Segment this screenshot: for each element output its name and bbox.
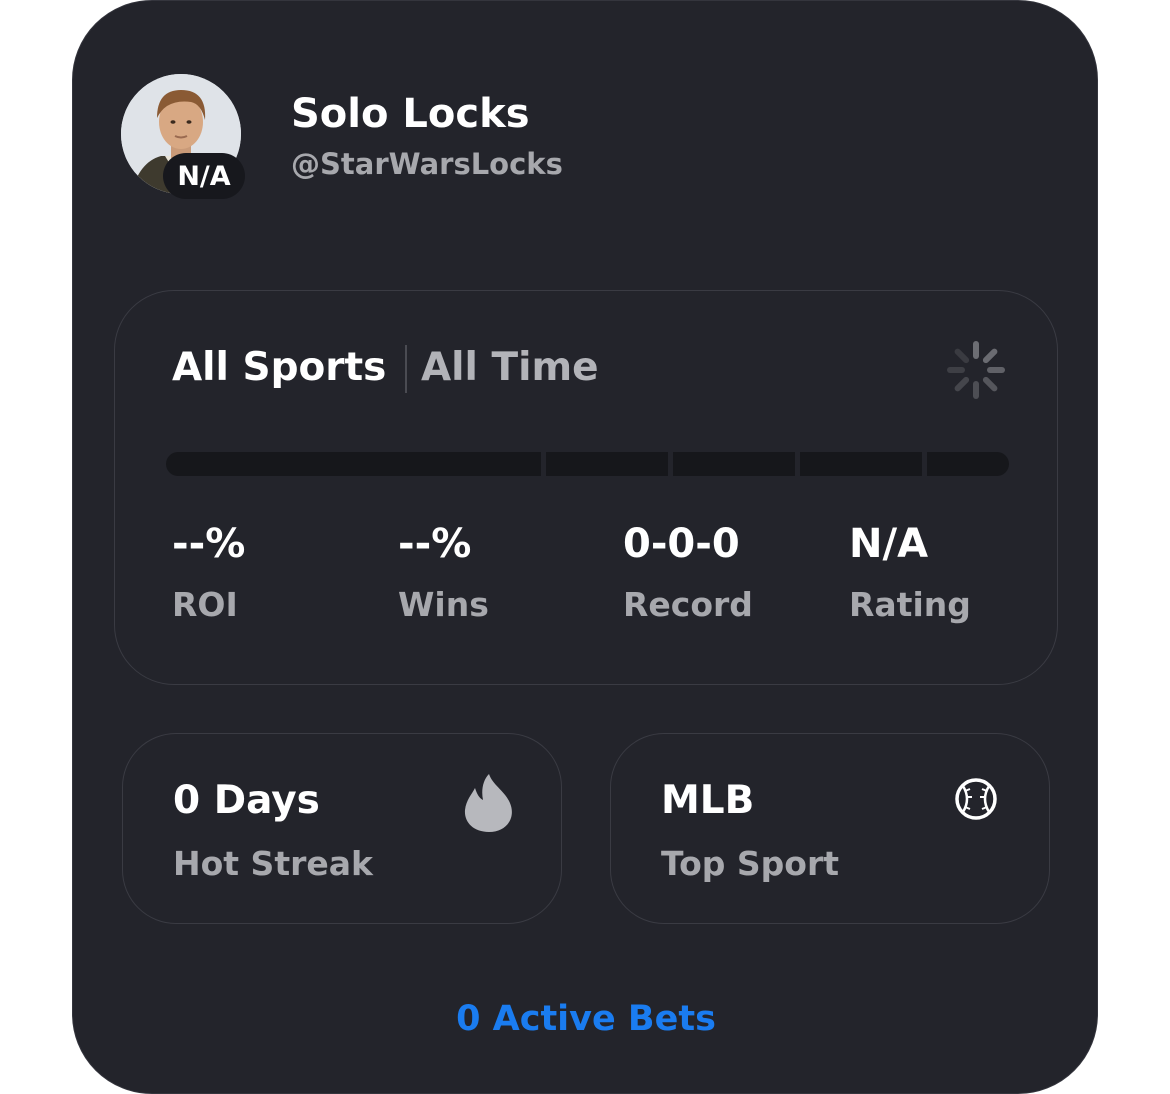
hot-streak-tile[interactable]: 0 Days Hot Streak [122,733,562,924]
stat-roi: --% ROI [172,521,245,624]
stat-label: Wins [398,585,489,624]
bar-segment [673,452,795,476]
performance-bar [166,452,1009,476]
time-filter[interactable]: All Time [421,345,599,390]
profile-card: N/A Solo Locks @StarWarsLocks All Sports… [72,0,1098,1094]
stat-value: N/A [849,521,929,567]
top-sport-label: Top Sport [661,844,840,883]
flame-icon [463,772,515,838]
active-bets-link[interactable]: 0 Active Bets [73,999,1099,1039]
spinner-icon [945,339,1007,405]
bar-segment [546,452,668,476]
stat-label: Rating [849,585,971,624]
bar-segment [927,452,1009,476]
stat-wins: --% Wins [398,521,489,624]
stat-label: Record [623,585,753,624]
top-sport-value: MLB [661,778,755,823]
streak-label: Hot Streak [173,844,373,883]
stats-panel: All Sports All Time --% ROI --% Wins 0-0… [114,290,1058,685]
stat-label: ROI [172,585,238,624]
profile-name: Solo Locks [291,91,530,137]
bar-segment [800,452,922,476]
bar-segment [166,452,541,476]
baseball-icon [953,776,999,826]
sport-filter[interactable]: All Sports [172,345,386,390]
stat-value: 0-0-0 [623,521,740,567]
profile-handle: @StarWarsLocks [291,147,563,181]
streak-value: 0 Days [173,778,320,823]
stat-value: --% [172,521,246,567]
stat-rating: N/A Rating [849,521,971,624]
rank-badge: N/A [163,153,245,199]
filter-divider [405,345,407,393]
top-sport-tile[interactable]: MLB Top Sport [610,733,1050,924]
stat-record: 0-0-0 Record [623,521,753,624]
stat-value: --% [398,521,472,567]
